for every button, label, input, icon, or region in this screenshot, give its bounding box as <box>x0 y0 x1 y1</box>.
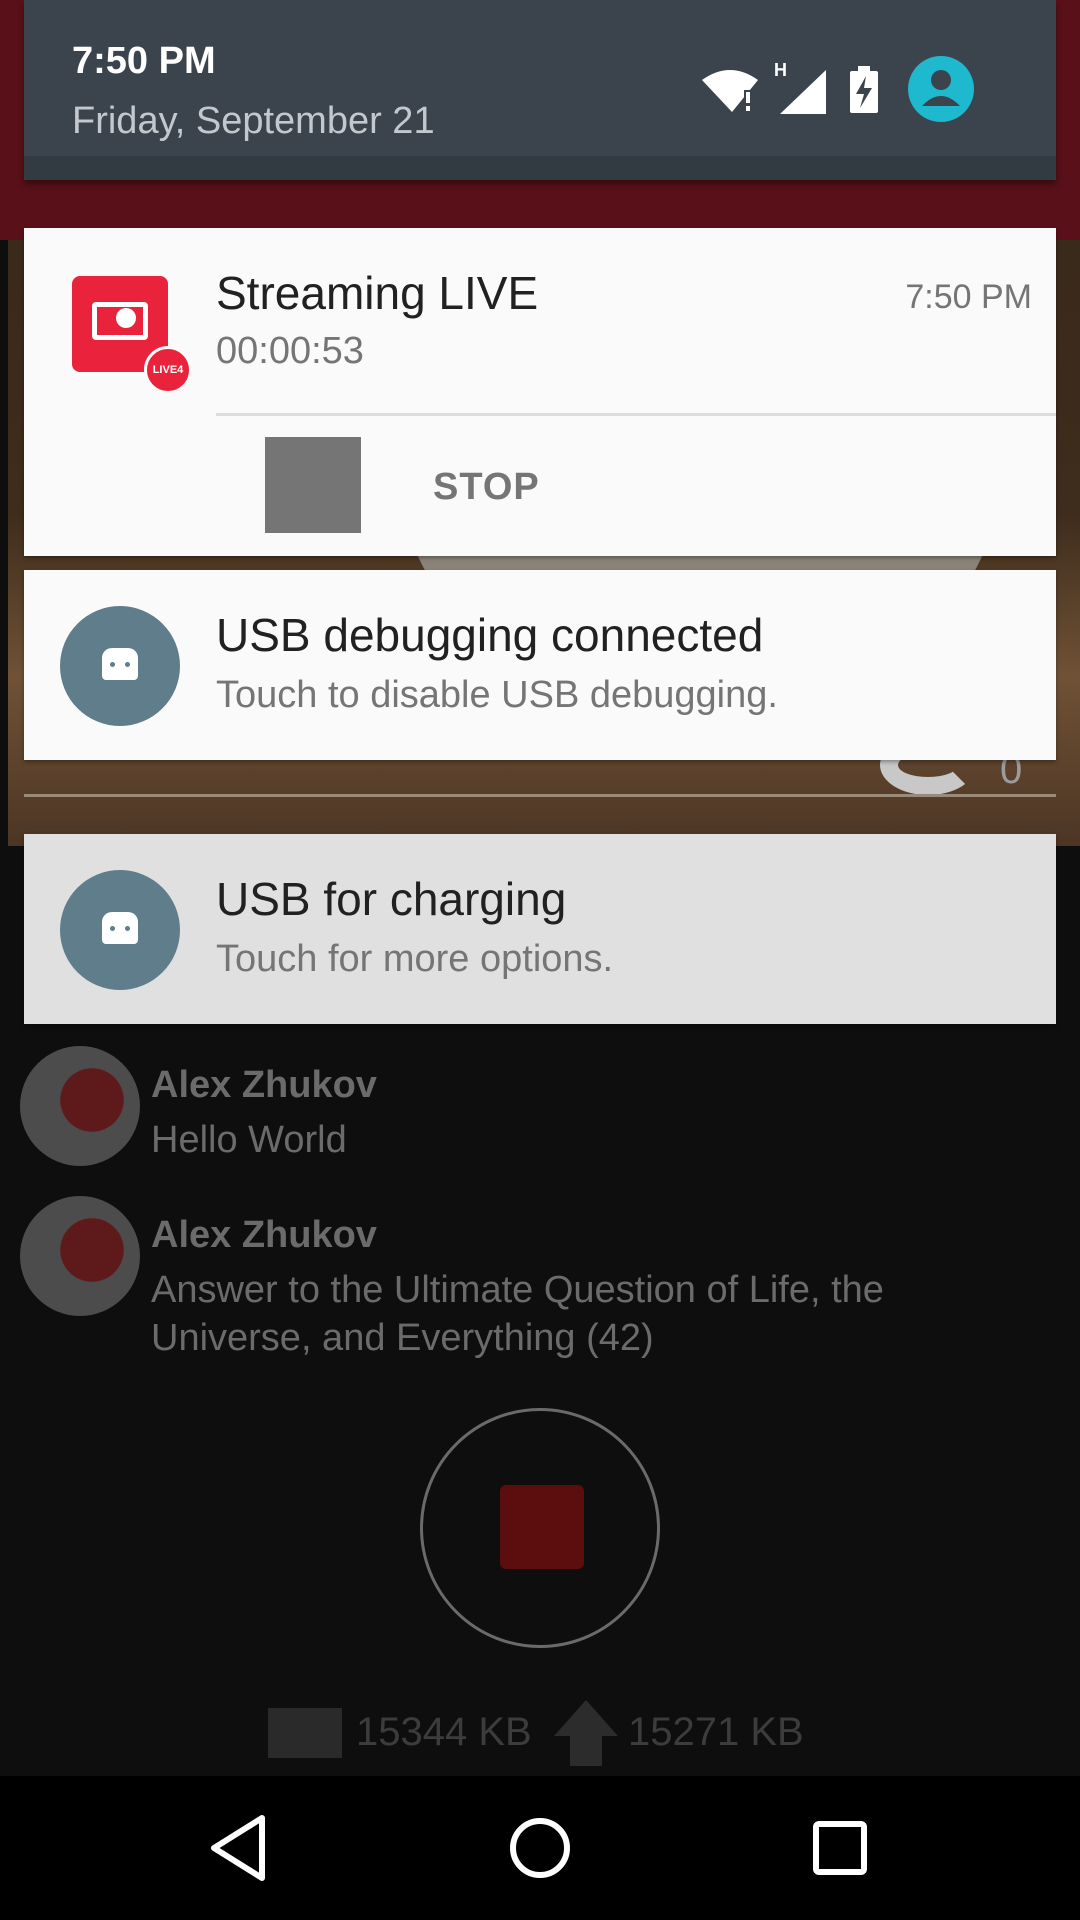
notification-text: Touch for more options. <box>216 938 614 980</box>
upload-arrow-stem <box>570 1734 602 1766</box>
navigation-bar <box>0 1776 1080 1920</box>
divider <box>24 794 1056 797</box>
notification-text: Touch to disable USB debugging. <box>216 674 778 716</box>
signal-type-label: H <box>774 60 787 80</box>
notification-usb-debugging[interactable]: USB debugging connected Touch to disable… <box>24 570 1056 760</box>
notification-streaming[interactable]: LIVE4 Streaming LIVE 00:00:53 7:50 PM ST… <box>24 228 1056 556</box>
date: Friday, September 21 <box>72 100 435 142</box>
stop-button[interactable]: STOP <box>433 466 540 509</box>
live-badge: LIVE4 <box>144 346 192 394</box>
received-size: 15344 KB <box>356 1710 532 1754</box>
person-icon <box>922 70 960 106</box>
notification-usb-charging[interactable]: USB for charging Touch for more options. <box>24 834 1056 1024</box>
signal-h-icon: H <box>774 60 826 114</box>
stop-record-icon <box>500 1485 584 1569</box>
android-icon <box>60 870 180 990</box>
notification-title: Streaming LIVE <box>216 267 539 319</box>
avatar <box>20 1046 140 1166</box>
message-text: Answer to the Ultimate Question of Life,… <box>151 1269 884 1359</box>
list-item[interactable]: Alex Zhukov Hello World <box>20 1046 1060 1176</box>
message-text: Hello World <box>151 1119 347 1161</box>
stream-duration: 00:00:53 <box>216 330 364 372</box>
avatar <box>20 1196 140 1316</box>
android-eye <box>125 926 130 931</box>
message-author: Alex Zhukov <box>151 1064 377 1106</box>
recents-icon[interactable] <box>800 1808 880 1888</box>
stop-icon[interactable] <box>265 437 361 533</box>
notification-title: USB debugging connected <box>216 609 764 661</box>
android-icon <box>60 606 180 726</box>
android-eye <box>125 662 130 667</box>
android-head-shape <box>102 912 138 944</box>
upload-arrow-icon <box>554 1700 618 1736</box>
battery-charging-icon <box>850 66 878 113</box>
user-avatar-icon[interactable] <box>908 56 974 122</box>
notification-title: USB for charging <box>216 873 567 925</box>
divider <box>216 413 1056 416</box>
sent-size: 15271 KB <box>628 1710 804 1754</box>
message-icon <box>268 1708 342 1758</box>
header-shadow-strip <box>24 156 1056 180</box>
message-author: Alex Zhukov <box>151 1214 377 1256</box>
back-icon[interactable] <box>200 1808 280 1888</box>
list-item[interactable]: Alex Zhukov Answer to the Ultimate Quest… <box>20 1196 1060 1366</box>
android-eye <box>110 662 115 667</box>
notification-time: 7:50 PM <box>905 278 1032 316</box>
quick-settings-header[interactable]: 7:50 PM Friday, September 21 H <box>24 0 1056 180</box>
clock: 7:50 PM <box>72 40 216 82</box>
wifi-alert-icon <box>702 70 758 112</box>
camera-lens-shape <box>116 308 136 328</box>
status-icons: H <box>700 56 1000 124</box>
traffic-stats: 15344 KB 15271 KB <box>268 1700 828 1766</box>
android-head-shape <box>102 648 138 680</box>
home-icon[interactable] <box>500 1808 580 1888</box>
android-eye <box>110 926 115 931</box>
